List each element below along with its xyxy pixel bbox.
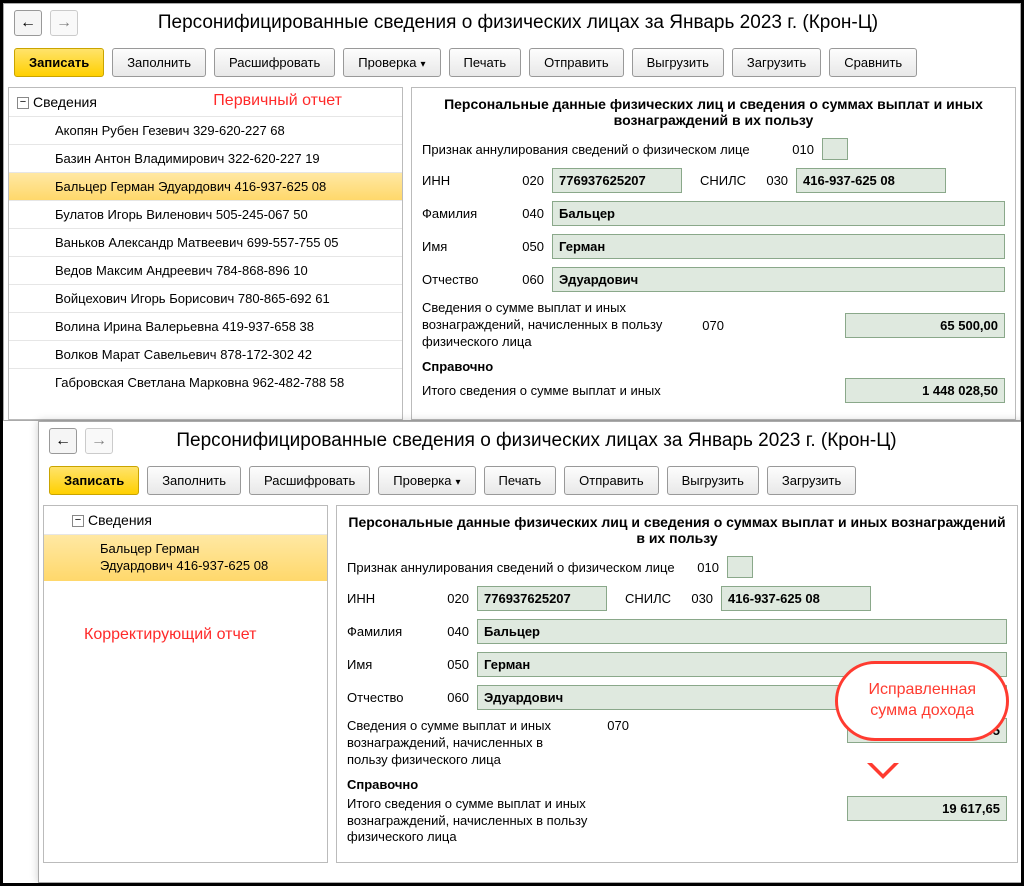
code: 040 — [510, 206, 544, 221]
check-button[interactable]: Проверка▾ — [343, 48, 440, 77]
compare-button[interactable]: Сравнить — [829, 48, 917, 77]
snils-field[interactable]: 416-937-625 08 — [721, 586, 871, 611]
save-button[interactable]: Записать — [14, 48, 104, 77]
check-button[interactable]: Проверка▾ — [378, 466, 475, 495]
name-field[interactable]: Герман — [552, 234, 1005, 259]
code: 070 — [690, 318, 724, 333]
snils-label: СНИЛС — [625, 591, 671, 606]
code: 010 — [685, 560, 719, 575]
window-primary: ← → Персонифицированные сведения о физич… — [3, 3, 1021, 421]
window-title: Персонифицированные сведения о физически… — [121, 430, 1012, 452]
list-item[interactable]: Ведов Максим Андреевич 784-868-896 10 — [9, 256, 402, 284]
code: 060 — [510, 272, 544, 287]
code: 060 — [435, 690, 469, 705]
list-item[interactable]: Базин Антон Владимирович 322-620-227 19 — [9, 144, 402, 172]
fill-button[interactable]: Заполнить — [112, 48, 206, 77]
decrypt-button[interactable]: Расшифровать — [249, 466, 370, 495]
import-button[interactable]: Загрузить — [732, 48, 821, 77]
nav-forward-button[interactable]: → — [50, 10, 78, 36]
patronymic-field[interactable]: Эдуардович — [552, 267, 1005, 292]
name-label: Имя — [422, 239, 502, 254]
annotation-correcting: Корректирующий отчет — [84, 626, 256, 644]
callout-annotation: Исправленнаясумма дохода — [835, 661, 1009, 741]
cancel-sign-label: Признак аннулирования сведений о физичес… — [347, 560, 677, 575]
patronymic-label: Отчество — [347, 690, 427, 705]
window-correcting: ← → Персонифицированные сведения о физич… — [38, 421, 1023, 883]
cancel-field[interactable] — [822, 138, 848, 160]
list-item-selected[interactable]: Бальцер Герман Эдуардович 416-937-625 08 — [9, 172, 402, 200]
snils-field[interactable]: 416-937-625 08 — [796, 168, 946, 193]
list-item[interactable]: Волков Марат Савельевич 878-172-302 42 — [9, 340, 402, 368]
code: 030 — [754, 173, 788, 188]
cancel-sign-label: Признак аннулирования сведений о физичес… — [422, 142, 772, 157]
send-button[interactable]: Отправить — [529, 48, 623, 77]
tree-head[interactable]: −Сведения — [44, 506, 327, 534]
reference-header: Справочно — [347, 777, 1007, 792]
collapse-icon[interactable]: − — [72, 515, 84, 527]
fill-button[interactable]: Заполнить — [147, 466, 241, 495]
name-label: Имя — [347, 657, 427, 672]
code: 020 — [435, 591, 469, 606]
list-item[interactable]: Булатов Игорь Виленович 505-245-067 50 — [9, 200, 402, 228]
list-item[interactable]: Акопян Рубен Гезевич 329-620-227 68 — [9, 116, 402, 144]
panel-title: Персональные данные физических лиц и све… — [422, 96, 1005, 128]
export-button[interactable]: Выгрузить — [667, 466, 759, 495]
list-item-selected[interactable]: Бальцер ГерманЭдуардович 416-937-625 08 — [44, 534, 327, 581]
decrypt-button[interactable]: Расшифровать — [214, 48, 335, 77]
tree-head[interactable]: −Сведения — [9, 88, 402, 116]
cancel-field[interactable] — [727, 556, 753, 578]
patronymic-label: Отчество — [422, 272, 502, 287]
inn-label: ИНН — [422, 173, 502, 188]
list-item[interactable]: Волина Ирина Валерьевна 419-937-658 38 — [9, 312, 402, 340]
inn-field[interactable]: 776937625207 — [477, 586, 607, 611]
nav-back-button[interactable]: ← — [49, 428, 77, 454]
pay-field[interactable]: 65 500,00 — [845, 313, 1005, 338]
callout-text: Исправленнаясумма дохода — [868, 681, 976, 719]
total-label: Итого сведения о сумме выплат и иных — [422, 383, 702, 398]
total-field: 1 448 028,50 — [845, 378, 1005, 403]
code: 020 — [510, 173, 544, 188]
pay-info-label: Сведения о сумме выплат и иных вознаграж… — [422, 300, 682, 351]
snils-label: СНИЛС — [700, 173, 746, 188]
code: 070 — [595, 718, 629, 733]
code: 050 — [435, 657, 469, 672]
annotation-primary: Первичный отчет — [213, 92, 342, 110]
window-title: Персонифицированные сведения о физически… — [86, 12, 1010, 34]
code: 030 — [679, 591, 713, 606]
code: 010 — [780, 142, 814, 157]
people-list-panel: −Сведения Бальцер ГерманЭдуардович 416-9… — [43, 505, 328, 863]
caret-down-icon: ▾ — [421, 59, 426, 70]
reference-header: Справочно — [422, 359, 1005, 374]
code: 050 — [510, 239, 544, 254]
panel-title: Персональные данные физических лиц и све… — [347, 514, 1007, 546]
caret-down-icon: ▾ — [456, 477, 461, 488]
send-button[interactable]: Отправить — [564, 466, 658, 495]
surname-label: Фамилия — [422, 206, 502, 221]
inn-label: ИНН — [347, 591, 427, 606]
total-field: 19 617,65 — [847, 796, 1007, 821]
pay-info-label: Сведения о сумме выплат и иных вознаграж… — [347, 718, 587, 769]
list-item[interactable]: Габровская Светлана Марковна 962-482-788… — [9, 368, 402, 396]
save-button[interactable]: Записать — [49, 466, 139, 495]
nav-forward-button[interactable]: → — [85, 428, 113, 454]
print-button[interactable]: Печать — [449, 48, 522, 77]
export-button[interactable]: Выгрузить — [632, 48, 724, 77]
inn-field[interactable]: 776937625207 — [552, 168, 682, 193]
nav-back-button[interactable]: ← — [14, 10, 42, 36]
people-list-panel: −Сведения Первичный отчет Акопян Рубен Г… — [8, 87, 403, 420]
surname-field[interactable]: Бальцер — [552, 201, 1005, 226]
surname-label: Фамилия — [347, 624, 427, 639]
detail-panel: Персональные данные физических лиц и све… — [411, 87, 1016, 420]
list-item[interactable]: Ваньков Александр Матвеевич 699-557-755 … — [9, 228, 402, 256]
total-label: Итого сведения о сумме выплат и иных воз… — [347, 796, 627, 847]
code: 040 — [435, 624, 469, 639]
surname-field[interactable]: Бальцер — [477, 619, 1007, 644]
collapse-icon[interactable]: − — [17, 97, 29, 109]
import-button[interactable]: Загрузить — [767, 466, 856, 495]
list-item[interactable]: Войцехович Игорь Борисович 780-865-692 6… — [9, 284, 402, 312]
print-button[interactable]: Печать — [484, 466, 557, 495]
